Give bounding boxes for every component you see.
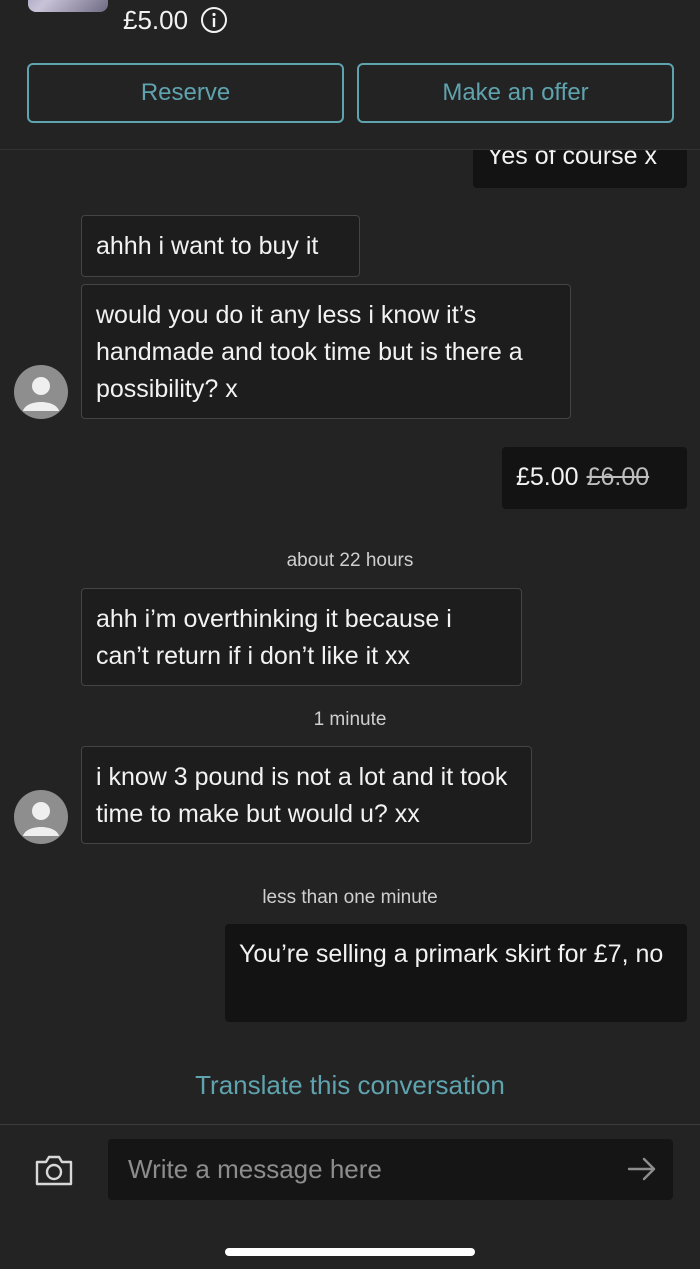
send-arrow-icon[interactable] — [627, 1156, 657, 1182]
message-text: i know 3 pound is not a lot and it took … — [96, 763, 508, 828]
timestamp: 1 minute — [313, 709, 387, 730]
avatar[interactable] — [14, 365, 68, 419]
price-row: £5.00 — [123, 4, 228, 36]
message-composer — [0, 1124, 700, 1269]
listing-price: £5.00 — [123, 4, 189, 35]
message-incoming: would you do it any less i know it’s han… — [81, 284, 571, 419]
message-text: You’re selling a primark skirt for £7, n… — [239, 940, 664, 968]
reserve-button[interactable]: Reserve — [27, 63, 344, 123]
offer-old-price: £6.00 — [586, 463, 650, 491]
message-input[interactable] — [108, 1139, 673, 1200]
offer-new-price: £5.00 — [516, 463, 579, 491]
camera-icon[interactable] — [34, 1153, 74, 1187]
info-icon[interactable] — [200, 6, 228, 34]
message-text: Yes of course x — [487, 150, 658, 170]
avatar[interactable] — [14, 790, 68, 844]
home-indicator — [225, 1248, 475, 1256]
timestamp: about 22 hours — [286, 550, 414, 571]
timestamp: less than one minute — [262, 887, 438, 908]
listing-header: £5.00 Reserve Make an offer — [0, 0, 700, 150]
message-incoming: ahh i’m overthinking it because i can’t … — [81, 588, 522, 686]
message-text: ahhh i want to buy it — [96, 232, 319, 260]
offer-message: £5.00 £6.00 — [502, 447, 687, 509]
message-text: ahh i’m overthinking it because i can’t … — [96, 605, 452, 670]
make-offer-button[interactable]: Make an offer — [357, 63, 674, 123]
message-outgoing: Yes of course x — [473, 150, 687, 188]
message-outgoing: You’re selling a primark skirt for £7, n… — [225, 924, 687, 1022]
message-text: would you do it any less i know it’s han… — [96, 301, 523, 403]
translate-conversation-link[interactable]: Translate this conversation — [0, 1070, 700, 1101]
message-incoming: i know 3 pound is not a lot and it took … — [81, 746, 532, 844]
message-incoming: ahhh i want to buy it — [81, 215, 360, 277]
conversation[interactable]: Yes of course x ahhh i want to buy it wo… — [0, 150, 700, 1125]
listing-thumbnail[interactable] — [28, 0, 108, 12]
